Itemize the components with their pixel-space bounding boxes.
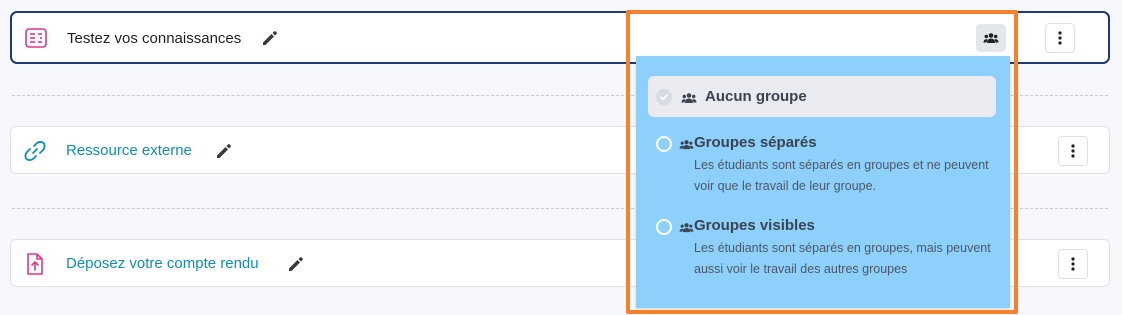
activity-title[interactable]: Ressource externe: [66, 142, 192, 159]
actions-menu-button[interactable]: [1058, 249, 1088, 279]
quiz-icon: [24, 26, 48, 50]
pencil-icon[interactable]: [287, 255, 305, 273]
pencil-icon[interactable]: [215, 142, 233, 160]
kebab-icon: [1071, 257, 1075, 271]
file-upload-icon: [23, 252, 47, 276]
kebab-icon: [1071, 144, 1075, 158]
activity-title[interactable]: Testez vos connaissances: [67, 30, 241, 47]
activity-title[interactable]: Déposez votre compte rendu: [66, 255, 259, 272]
actions-menu-button[interactable]: [1058, 136, 1088, 166]
pencil-icon[interactable]: [261, 29, 279, 47]
link-icon: [23, 139, 47, 163]
highlight-box: [626, 10, 1018, 314]
kebab-icon: [1058, 31, 1062, 45]
actions-menu-button[interactable]: [1045, 23, 1075, 53]
